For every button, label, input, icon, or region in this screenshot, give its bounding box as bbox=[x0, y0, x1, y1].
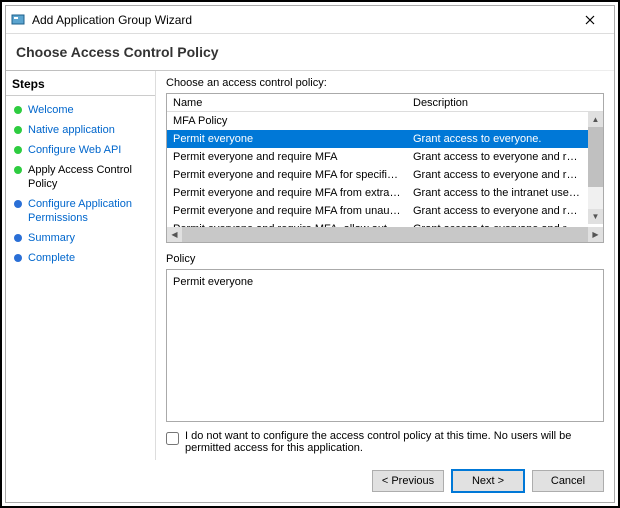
step-label: Complete bbox=[28, 251, 75, 265]
wizard-window: Add Application Group Wizard Choose Acce… bbox=[5, 5, 615, 503]
window-title: Add Application Group Wizard bbox=[32, 13, 570, 27]
step-item-1[interactable]: Native application bbox=[6, 120, 155, 140]
step-bullet-icon bbox=[14, 254, 22, 262]
step-bullet-icon bbox=[14, 146, 22, 154]
policy-row[interactable]: MFA Policy bbox=[167, 112, 588, 130]
scroll-down-icon[interactable]: ▼ bbox=[588, 209, 603, 224]
opt-out-label: I do not want to configure the access co… bbox=[185, 430, 604, 454]
policy-row[interactable]: Permit everyone and require MFA from una… bbox=[167, 202, 588, 220]
step-bullet-icon bbox=[14, 106, 22, 114]
policy-row-name: Permit everyone bbox=[167, 133, 407, 145]
step-label: Native application bbox=[28, 123, 115, 137]
horizontal-scrollbar[interactable]: ◀ ▶ bbox=[167, 227, 603, 242]
scroll-thumb[interactable] bbox=[588, 127, 603, 187]
step-label: Apply Access Control Policy bbox=[28, 163, 149, 191]
step-item-0[interactable]: Welcome bbox=[6, 100, 155, 120]
policy-row-description: Grant access to everyone and require MFA… bbox=[407, 169, 588, 181]
button-bar: < Previous Next > Cancel bbox=[6, 460, 614, 502]
close-button[interactable] bbox=[570, 9, 610, 31]
app-icon bbox=[10, 12, 26, 28]
policy-row-name: MFA Policy bbox=[167, 115, 407, 127]
scroll-up-icon[interactable]: ▲ bbox=[588, 112, 603, 127]
step-item-2[interactable]: Configure Web API bbox=[6, 140, 155, 160]
step-item-6[interactable]: Complete bbox=[6, 248, 155, 268]
policy-row-description: Grant access to the intranet users and r… bbox=[407, 187, 588, 199]
titlebar: Add Application Group Wizard bbox=[6, 6, 614, 34]
page-subtitle: Choose Access Control Policy bbox=[6, 34, 614, 70]
policy-row[interactable]: Permit everyone and require MFA from ext… bbox=[167, 184, 588, 202]
policy-grid[interactable]: Name Description MFA Policy Permit everyo… bbox=[166, 93, 604, 243]
step-item-5[interactable]: Summary bbox=[6, 228, 155, 248]
previous-button[interactable]: < Previous bbox=[372, 470, 444, 492]
policy-detail-text: Permit everyone bbox=[173, 276, 597, 288]
step-label: Welcome bbox=[28, 103, 74, 117]
policy-row-name: Permit everyone and require MFA bbox=[167, 151, 407, 163]
opt-out-checkbox[interactable] bbox=[166, 432, 179, 445]
step-label: Configure Web API bbox=[28, 143, 121, 157]
policy-row-description: Grant access to everyone and require MFA… bbox=[407, 205, 588, 217]
policy-row-description: Grant access to everyone. bbox=[407, 133, 588, 145]
step-item-3[interactable]: Apply Access Control Policy bbox=[6, 160, 155, 194]
hscroll-thumb[interactable] bbox=[182, 227, 588, 242]
policy-row-description: Grant access to everyone and require MFA… bbox=[407, 151, 588, 163]
policy-row-name: Permit everyone and require MFA from una… bbox=[167, 205, 407, 217]
step-bullet-icon bbox=[14, 200, 22, 208]
policy-row[interactable]: Permit everyone and require MFA, allow a… bbox=[167, 220, 588, 227]
grid-header: Name Description bbox=[167, 94, 603, 112]
opt-out-row[interactable]: I do not want to configure the access co… bbox=[166, 430, 604, 454]
scroll-right-icon[interactable]: ▶ bbox=[588, 227, 603, 242]
policy-row-name: Permit everyone and require MFA from ext… bbox=[167, 187, 407, 199]
step-label: Configure Application Permissions bbox=[28, 197, 149, 225]
policy-detail-box: Permit everyone bbox=[166, 269, 604, 422]
step-label: Summary bbox=[28, 231, 75, 245]
policy-row-name: Permit everyone and require MFA for spec… bbox=[167, 169, 407, 181]
step-bullet-icon bbox=[14, 234, 22, 242]
choose-policy-label: Choose an access control policy: bbox=[166, 77, 604, 89]
step-item-4[interactable]: Configure Application Permissions bbox=[6, 194, 155, 228]
next-button[interactable]: Next > bbox=[452, 470, 524, 492]
step-bullet-icon bbox=[14, 126, 22, 134]
policy-row[interactable]: Permit everyone and require MFA for spec… bbox=[167, 166, 588, 184]
cancel-button[interactable]: Cancel bbox=[532, 470, 604, 492]
vertical-scrollbar[interactable]: ▲ ▼ bbox=[588, 112, 603, 224]
steps-header: Steps bbox=[6, 75, 155, 93]
main-panel: Choose an access control policy: Name De… bbox=[156, 71, 614, 460]
column-description[interactable]: Description bbox=[407, 97, 603, 109]
step-bullet-icon bbox=[14, 166, 22, 174]
steps-sidebar: Steps Welcome Native application Configure… bbox=[6, 71, 156, 460]
policy-label: Policy bbox=[166, 253, 604, 265]
policy-row[interactable]: Permit everyone and require MFAGrant acc… bbox=[167, 148, 588, 166]
column-name[interactable]: Name bbox=[167, 97, 407, 109]
scroll-left-icon[interactable]: ◀ bbox=[167, 227, 182, 242]
policy-row[interactable]: Permit everyoneGrant access to everyone. bbox=[167, 130, 588, 148]
